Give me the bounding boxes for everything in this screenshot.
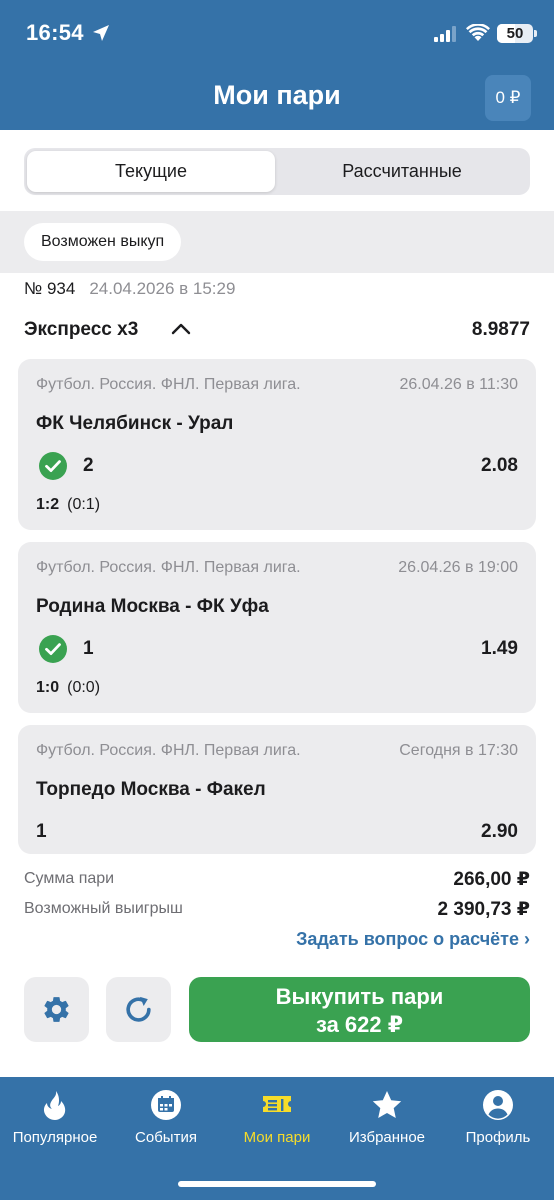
event-time: 26.04.26 в 11:30 bbox=[399, 376, 518, 393]
stake-value: 266,00 ₽ bbox=[453, 869, 530, 890]
ask-settlement-question-link[interactable]: Задать вопрос о расчёте › bbox=[296, 929, 530, 950]
cashout-button[interactable]: Выкупить пари за 622 ₽ bbox=[189, 977, 530, 1042]
total-coefficient: 8.9877 bbox=[471, 319, 530, 340]
app-header: 16:54 50 Мои пари 0 ₽ bbox=[0, 0, 554, 130]
calendar-icon bbox=[151, 1090, 181, 1120]
location-arrow-icon bbox=[93, 25, 109, 41]
event-teams: Родина Москва - ФК Уфа bbox=[36, 596, 269, 617]
event-card: Футбол. Россия. ФНЛ. Первая лига. 26.04.… bbox=[18, 542, 536, 713]
score-half: (0:0) bbox=[67, 679, 101, 696]
wifi-icon bbox=[466, 24, 490, 41]
event-time: Сегодня в 17:30 bbox=[399, 742, 518, 759]
event-coefficient: 1.49 bbox=[481, 638, 518, 659]
nav-profile[interactable]: Профиль bbox=[443, 1089, 553, 1146]
settings-button[interactable] bbox=[24, 977, 89, 1042]
event-coefficient: 2.08 bbox=[481, 455, 518, 476]
possible-win-label: Возможный выигрыш bbox=[24, 900, 183, 917]
score-final: 1:2 bbox=[36, 496, 60, 513]
event-outcome: 1 bbox=[36, 821, 47, 842]
event-time: 26.04.26 в 19:00 bbox=[398, 559, 518, 576]
profile-icon bbox=[483, 1090, 513, 1120]
flame-icon bbox=[43, 1091, 66, 1120]
event-score: 1:0 (0:0) bbox=[36, 679, 100, 697]
nav-label: Мои пари bbox=[243, 1129, 311, 1146]
score-final: 1:0 bbox=[36, 679, 60, 696]
star-icon bbox=[372, 1091, 402, 1118]
nav-label: Популярное bbox=[12, 1129, 98, 1146]
refresh-icon bbox=[126, 996, 151, 1022]
possible-win-row: Возможный выигрыш 2 390,73 ₽ bbox=[24, 898, 530, 922]
check-circle-icon bbox=[39, 452, 67, 480]
home-indicator bbox=[178, 1181, 376, 1187]
score-half: (0:1) bbox=[67, 496, 101, 513]
bet-type: Экспресс x3 bbox=[24, 319, 139, 340]
cashout-amount: за 622 ₽ bbox=[315, 1012, 404, 1037]
bet-meta: № 934 24.04.2026 в 15:29 bbox=[24, 279, 235, 299]
possible-win-value: 2 390,73 ₽ bbox=[437, 899, 530, 920]
chevron-up-icon[interactable] bbox=[171, 321, 191, 335]
nav-favorites[interactable]: Избранное bbox=[332, 1089, 442, 1146]
stake-label: Сумма пари bbox=[24, 870, 115, 887]
event-league: Футбол. Россия. ФНЛ. Первая лига. bbox=[36, 742, 301, 759]
balance-button[interactable]: 0 ₽ bbox=[485, 75, 531, 121]
tab-settled[interactable]: Рассчитанные bbox=[277, 151, 527, 192]
nav-events[interactable]: События bbox=[111, 1089, 221, 1146]
cellular-signal-icon bbox=[434, 26, 456, 42]
event-league: Футбол. Россия. ФНЛ. Первая лига. bbox=[36, 559, 301, 576]
event-card: Футбол. Россия. ФНЛ. Первая лига. Сегодн… bbox=[18, 725, 536, 854]
bet-type-row[interactable]: Экспресс x3 8.9877 bbox=[24, 317, 530, 345]
ticket-icon bbox=[263, 1096, 291, 1112]
nav-label: Профиль bbox=[465, 1129, 531, 1146]
event-score: 1:2 (0:1) bbox=[36, 496, 100, 514]
bottom-tab-bar: Популярное События Мои пари Избранное Пр… bbox=[0, 1077, 554, 1200]
bets-segmented-control: Текущие Рассчитанные bbox=[24, 148, 530, 195]
event-coefficient: 2.90 bbox=[481, 821, 518, 842]
page-title: Мои пари bbox=[213, 80, 341, 110]
tab-current[interactable]: Текущие bbox=[27, 151, 275, 192]
status-time: 16:54 bbox=[26, 20, 84, 45]
battery-percent: 50 bbox=[506, 25, 524, 42]
cashout-available-chip[interactable]: Возможен выкуп bbox=[24, 223, 182, 261]
event-outcome: 1 bbox=[83, 638, 94, 659]
nav-my-bets[interactable]: Мои пари bbox=[222, 1089, 332, 1146]
battery-icon: 50 bbox=[497, 24, 537, 43]
refresh-button[interactable] bbox=[106, 977, 171, 1042]
event-teams: ФК Челябинск - Урал bbox=[36, 413, 234, 434]
nav-label: События bbox=[135, 1129, 197, 1146]
nav-label: Избранное bbox=[348, 1129, 426, 1146]
event-league: Футбол. Россия. ФНЛ. Первая лига. bbox=[36, 376, 301, 393]
gear-icon bbox=[44, 997, 69, 1022]
stake-row: Сумма пари 266,00 ₽ bbox=[24, 868, 530, 892]
check-circle-icon bbox=[39, 635, 67, 663]
event-teams: Торпедо Москва - Факел bbox=[36, 779, 266, 800]
event-card: Футбол. Россия. ФНЛ. Первая лига. 26.04.… bbox=[18, 359, 536, 530]
bet-date: 24.04.2026 в 15:29 bbox=[89, 279, 236, 298]
cashout-label: Выкупить пари bbox=[275, 984, 444, 1009]
event-outcome: 2 bbox=[83, 455, 94, 476]
bet-number: № 934 bbox=[24, 279, 76, 298]
nav-popular[interactable]: Популярное bbox=[0, 1089, 110, 1146]
status-bar: 16:54 50 bbox=[0, 0, 554, 66]
